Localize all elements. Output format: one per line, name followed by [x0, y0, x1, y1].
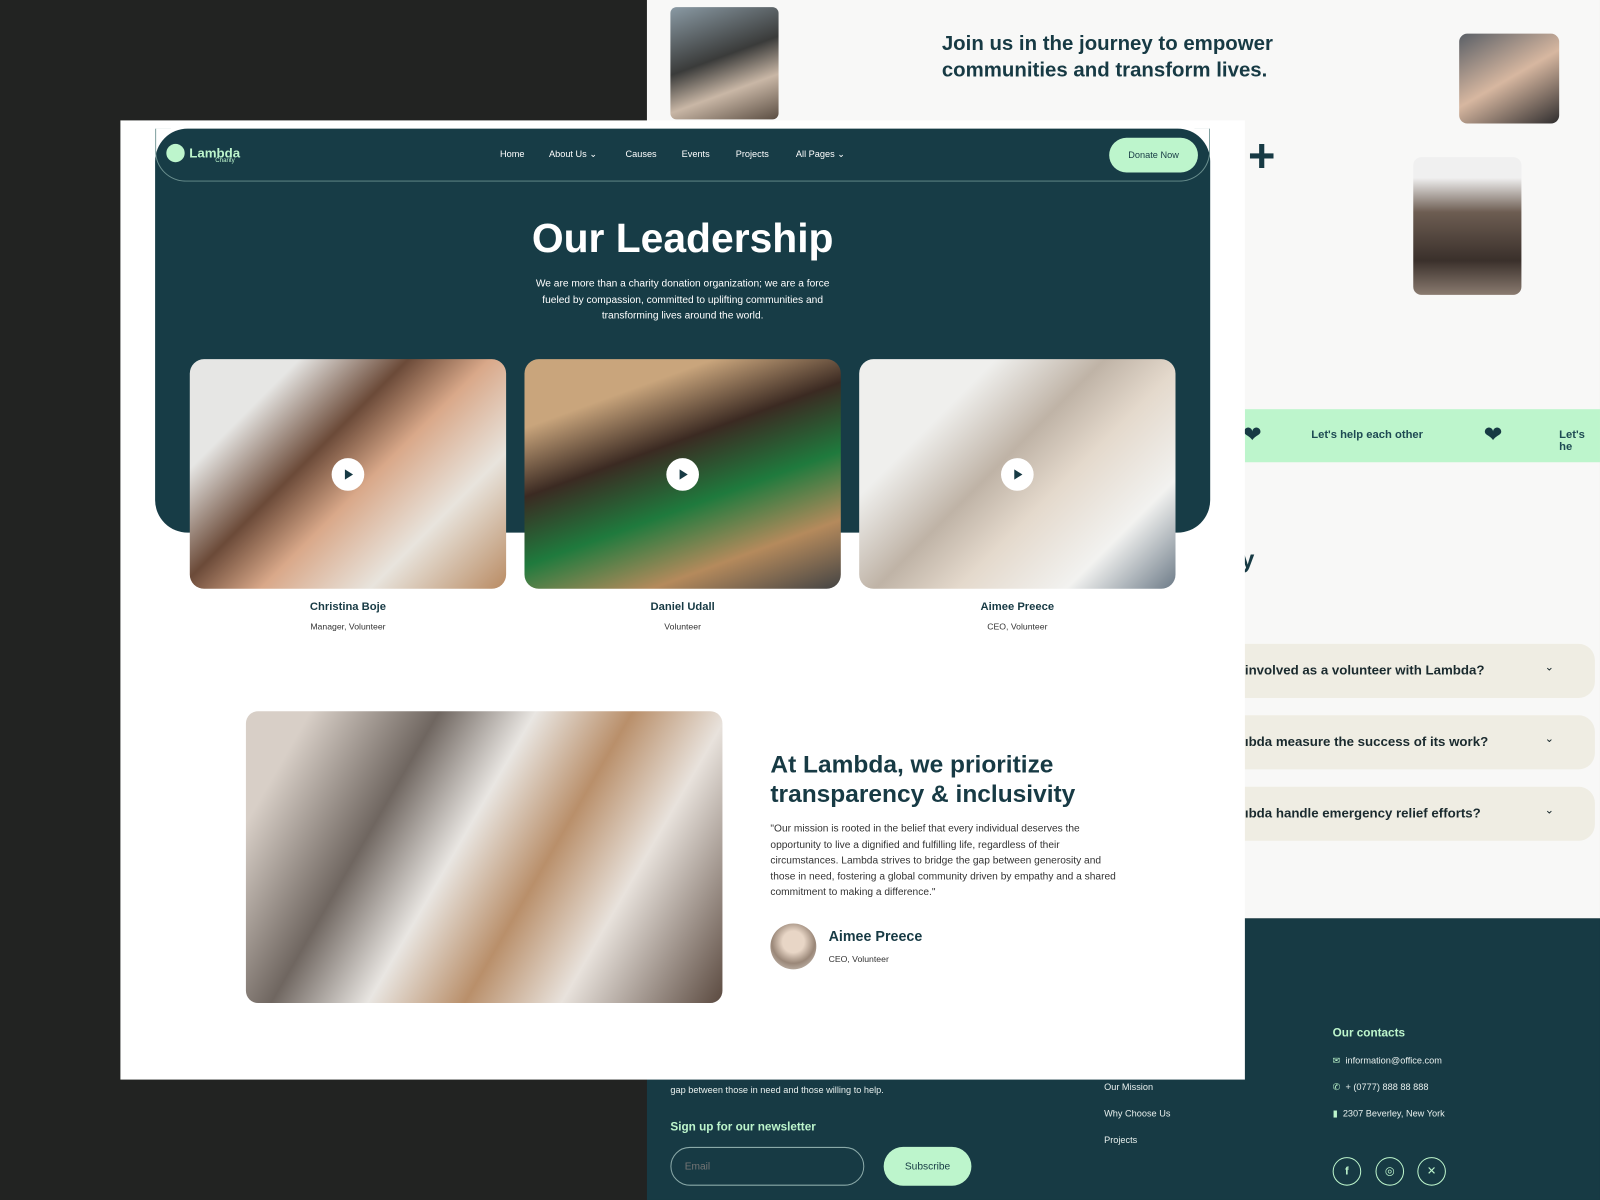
contact-address: 2307 Beverley, New York [1342, 1108, 1445, 1119]
play-button[interactable] [331, 457, 365, 491]
member-name: Daniel Udall [650, 601, 715, 614]
nav-events[interactable]: Events [682, 149, 710, 159]
faq-question: ıbda handle emergency relief efforts? [1244, 805, 1481, 821]
child-photo [1459, 33, 1560, 124]
plus-icon: + [1247, 128, 1276, 182]
subscribe-button[interactable]: Subscribe [883, 1146, 972, 1186]
newsletter-title: Sign up for our newsletter [670, 1121, 816, 1134]
avatar [770, 923, 817, 970]
heart-box-icon: ❤ [1242, 421, 1262, 447]
page-title: Our Leadership [531, 216, 834, 262]
hero-subtitle: We are more than a charity donation orga… [535, 278, 830, 322]
join-heading: Join us in the journey to empower commun… [941, 32, 1273, 82]
author-name: Aimee Preece [828, 927, 923, 944]
play-button[interactable] [666, 457, 699, 491]
donate-now-button[interactable]: Donate Now [1109, 137, 1198, 173]
heart-box-icon: ❤ [1483, 421, 1503, 447]
phone-icon: ✆ [1332, 1081, 1341, 1092]
member-role: CEO, Volunteer [987, 621, 1048, 632]
chevron-down-icon: ⌄ [1544, 661, 1555, 674]
footer-link[interactable]: Projects [1104, 1135, 1137, 1145]
nav-about-us[interactable]: About Us ⌄ [549, 149, 597, 160]
email-input[interactable] [670, 1146, 865, 1186]
facebook-icon[interactable]: f [1332, 1157, 1362, 1186]
faq-item[interactable]: ıbda measure the success of its work? ⌄ [1224, 715, 1595, 770]
member-role: Manager, Volunteer [310, 621, 386, 632]
author-role: CEO, Volunteer [828, 954, 889, 965]
faq-item[interactable]: involved as a volunteer with Lambda? ⌄ [1224, 643, 1595, 698]
footer-about: gap between those in need and those will… [670, 1084, 884, 1095]
chevron-down-icon: ⌄ [1544, 804, 1555, 817]
faq-question: ıbda measure the success of its work? [1244, 733, 1489, 749]
nav-home[interactable]: Home [500, 149, 525, 159]
mission-quote: "Our mission is rooted in the belief tha… [770, 823, 1116, 899]
contact-phone[interactable]: + (0777) 888 88 888 [1345, 1082, 1428, 1092]
logo[interactable]: Lambda Charity [166, 143, 240, 165]
contacts-title: Our contacts [1332, 1027, 1406, 1040]
elderly-man-photo [670, 7, 779, 120]
member-photo [859, 359, 1176, 589]
x-icon[interactable]: ✕ [1417, 1157, 1446, 1186]
nav-projects[interactable]: Projects [736, 149, 769, 159]
footer-link[interactable]: Why Choose Us [1104, 1108, 1170, 1118]
faq-item[interactable]: ıbda handle emergency relief efforts? ⌄ [1224, 786, 1595, 841]
contact-email[interactable]: information@office.com [1345, 1055, 1441, 1065]
footer-link[interactable]: Our Mission [1104, 1082, 1153, 1092]
logo-icon [166, 143, 185, 163]
strip-text: Let's he [1559, 428, 1585, 454]
ruined-building-photo [1413, 157, 1522, 295]
instagram-icon[interactable]: ◎ [1375, 1157, 1405, 1186]
map-icon: ▮ [1332, 1108, 1338, 1119]
mail-icon: ✉ [1332, 1055, 1341, 1066]
member-photo [524, 359, 841, 589]
nav-label: All Pages [795, 148, 835, 160]
volunteers-photo [245, 711, 723, 1004]
nav-all-pages[interactable]: All Pages ⌄ [796, 149, 845, 160]
member-role: Volunteer [664, 621, 701, 632]
member-name: Aimee Preece [980, 601, 1055, 614]
chevron-down-icon: ⌄ [1544, 732, 1555, 745]
mission-heading: At Lambda, we prioritize transparency & … [770, 751, 1076, 809]
chevron-down-icon: ⌄ [589, 148, 598, 160]
faq-question: involved as a volunteer with Lambda? [1244, 662, 1485, 678]
member-photo [189, 359, 507, 589]
member-name: Christina Boje [309, 601, 386, 614]
nav-causes[interactable]: Causes [626, 149, 657, 159]
strip-text: Let's help each other [1311, 428, 1424, 441]
marquee-strip: ❤ Let's help each other ❤ Let's he [1242, 409, 1600, 463]
play-button[interactable] [1001, 457, 1034, 491]
logo-subtext: Charity [215, 158, 235, 165]
chevron-down-icon: ⌄ [837, 148, 845, 160]
nav-label: About Us [548, 148, 587, 160]
